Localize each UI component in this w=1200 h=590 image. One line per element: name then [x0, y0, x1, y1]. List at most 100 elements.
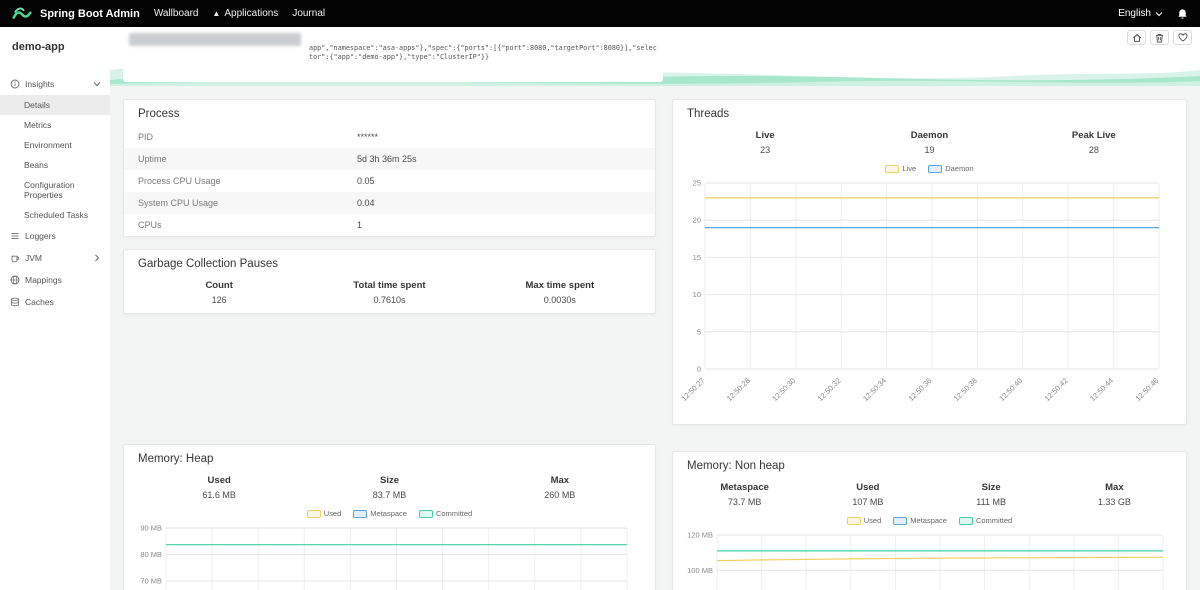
stat-value: 260 MB — [475, 490, 645, 500]
sidebar-item-details[interactable]: Details — [0, 95, 110, 115]
stat-value: 19 — [847, 145, 1011, 155]
legend-label: Committed — [976, 516, 1012, 525]
legend-label: Daemon — [945, 164, 973, 173]
main-panels: Process PID ****** Uptime 5d 3h 36m 25s … — [110, 85, 1200, 590]
nonheap-card-title: Memory: Non heap — [673, 452, 1186, 478]
stat-value: 73.7 MB — [683, 497, 806, 507]
table-row: System CPU Usage 0.04 — [124, 192, 655, 214]
sidebar-item-caches[interactable]: Caches — [0, 291, 110, 313]
stat-total-time: Total time spent 0.7610s — [304, 280, 474, 305]
svg-text:12:50:32: 12:50:32 — [816, 376, 843, 403]
threads-card-title: Threads — [673, 100, 1186, 126]
legend-item-metaspace[interactable]: Metaspace — [893, 516, 947, 525]
notifications-bell-icon[interactable] — [1177, 8, 1188, 20]
globe-icon — [9, 275, 20, 285]
legend-label: Live — [902, 164, 916, 173]
stat-max: Max 1.33 GB — [1053, 482, 1176, 507]
svg-text:15: 15 — [693, 253, 701, 262]
nonheap-chart: 120 MB100 MB80 MB — [673, 529, 1186, 590]
row-label: Process CPU Usage — [124, 170, 347, 192]
sidebar-item-label: Metrics — [24, 120, 51, 130]
nav-applications[interactable]: ▲ Applications — [212, 8, 278, 19]
sidebar-item-label: Loggers — [25, 231, 56, 241]
stat-metaspace: Metaspace 73.7 MB — [683, 482, 806, 507]
language-selector[interactable]: English — [1118, 8, 1163, 19]
svg-text:12:50:34: 12:50:34 — [861, 376, 888, 403]
stat-value: 28 — [1012, 145, 1176, 155]
legend-item-committed[interactable]: Committed — [959, 516, 1012, 525]
legend-item-used[interactable]: Used — [307, 509, 342, 518]
legend-label: Used — [324, 509, 342, 518]
sidebar-item-scheduled-tasks[interactable]: Scheduled Tasks — [0, 205, 110, 225]
stat-value: 111 MB — [930, 497, 1053, 507]
page-header: app","namespace":"asa-apps"},"spec":{"po… — [110, 27, 1200, 85]
stat-value: 61.6 MB — [134, 490, 304, 500]
delete-button[interactable] — [1150, 30, 1169, 45]
table-row: Uptime 5d 3h 36m 25s — [124, 148, 655, 170]
stat-label: Count — [134, 280, 304, 291]
table-row: CPUs 1 — [124, 214, 655, 236]
legend-swatch — [928, 165, 942, 173]
svg-text:12:50:28: 12:50:28 — [725, 376, 752, 403]
stat-size: Size 111 MB — [930, 482, 1053, 507]
nav-wallboard[interactable]: Wallboard — [154, 8, 199, 19]
instance-metadata-panel: app","namespace":"asa-apps"},"spec":{"po… — [123, 28, 663, 82]
legend-label: Committed — [436, 509, 472, 518]
svg-text:12:50:30: 12:50:30 — [770, 376, 797, 403]
row-value: ****** — [347, 126, 388, 148]
favorite-button[interactable] — [1173, 30, 1192, 45]
stat-peak-live: Peak Live 28 — [1012, 130, 1176, 155]
row-value: 0.04 — [347, 192, 385, 214]
legend-item-used[interactable]: Used — [847, 516, 882, 525]
sidebar-item-insights[interactable]: Insights — [0, 73, 110, 95]
sidebar-item-loggers[interactable]: Loggers — [0, 225, 110, 247]
stat-label: Peak Live — [1012, 130, 1176, 141]
heap-chart-legend: Used Metaspace Committed — [124, 508, 655, 522]
legend-swatch — [885, 165, 899, 173]
stat-daemon: Daemon 19 — [847, 130, 1011, 155]
heap-stats: Used 61.6 MB Size 83.7 MB Max 260 MB — [124, 471, 655, 508]
memory-nonheap-card: Memory: Non heap Metaspace 73.7 MB Used … — [672, 451, 1187, 590]
legend-item-daemon[interactable]: Daemon — [928, 164, 973, 173]
sidebar-item-configuration-properties[interactable]: Configuration Properties — [0, 175, 110, 205]
process-table: PID ****** Uptime 5d 3h 36m 25s Process … — [124, 126, 655, 236]
nav-applications-label: Applications — [224, 8, 278, 19]
table-row: Process CPU Usage 0.05 — [124, 170, 655, 192]
legend-item-live[interactable]: Live — [885, 164, 916, 173]
sidebar-item-metrics[interactable]: Metrics — [0, 115, 110, 135]
nav-journal[interactable]: Journal — [292, 8, 325, 19]
legend-swatch — [847, 517, 861, 525]
svg-text:70 MB: 70 MB — [140, 577, 162, 586]
sidebar-item-label: Insights — [25, 79, 54, 89]
svg-text:12:50:36: 12:50:36 — [906, 376, 933, 403]
legend-item-metaspace[interactable]: Metaspace — [353, 509, 407, 518]
warning-triangle-icon: ▲ — [212, 10, 220, 18]
legend-swatch — [353, 510, 367, 518]
sidebar-item-label: JVM — [25, 253, 42, 263]
svg-text:25: 25 — [693, 179, 701, 188]
sidebar-item-environment[interactable]: Environment — [0, 135, 110, 155]
stat-label: Total time spent — [304, 280, 474, 291]
home-button[interactable] — [1127, 30, 1146, 45]
chevron-right-icon — [93, 254, 101, 262]
legend-item-committed[interactable]: Committed — [419, 509, 472, 518]
stat-label: Max — [1053, 482, 1176, 493]
brand-title[interactable]: Spring Boot Admin — [40, 8, 140, 20]
threads-card: Threads Live 23 Daemon 19 Peak Live 28 — [672, 99, 1187, 425]
sidebar-item-label: Beans — [24, 160, 48, 170]
loggers-icon — [9, 231, 20, 241]
sidebar-item-beans[interactable]: Beans — [0, 155, 110, 175]
svg-text:90 MB: 90 MB — [140, 524, 162, 533]
process-card: Process PID ****** Uptime 5d 3h 36m 25s … — [123, 99, 656, 237]
svg-text:120 MB: 120 MB — [687, 531, 713, 540]
stat-label: Max — [475, 475, 645, 486]
heap-chart: 90 MB80 MB70 MB60 MB50 MB — [124, 522, 655, 590]
spring-boot-admin-logo-icon[interactable] — [12, 6, 32, 21]
sidebar-item-mappings[interactable]: Mappings — [0, 269, 110, 291]
stat-label: Used — [134, 475, 304, 486]
row-value: 0.05 — [347, 170, 385, 192]
garbage-collection-card: Garbage Collection Pauses Count 126 Tota… — [123, 249, 656, 314]
sidebar-item-jvm[interactable]: JVM — [0, 247, 110, 269]
gc-stats: Count 126 Total time spent 0.7610s Max t… — [124, 276, 655, 313]
stat-value: 107 MB — [806, 497, 929, 507]
